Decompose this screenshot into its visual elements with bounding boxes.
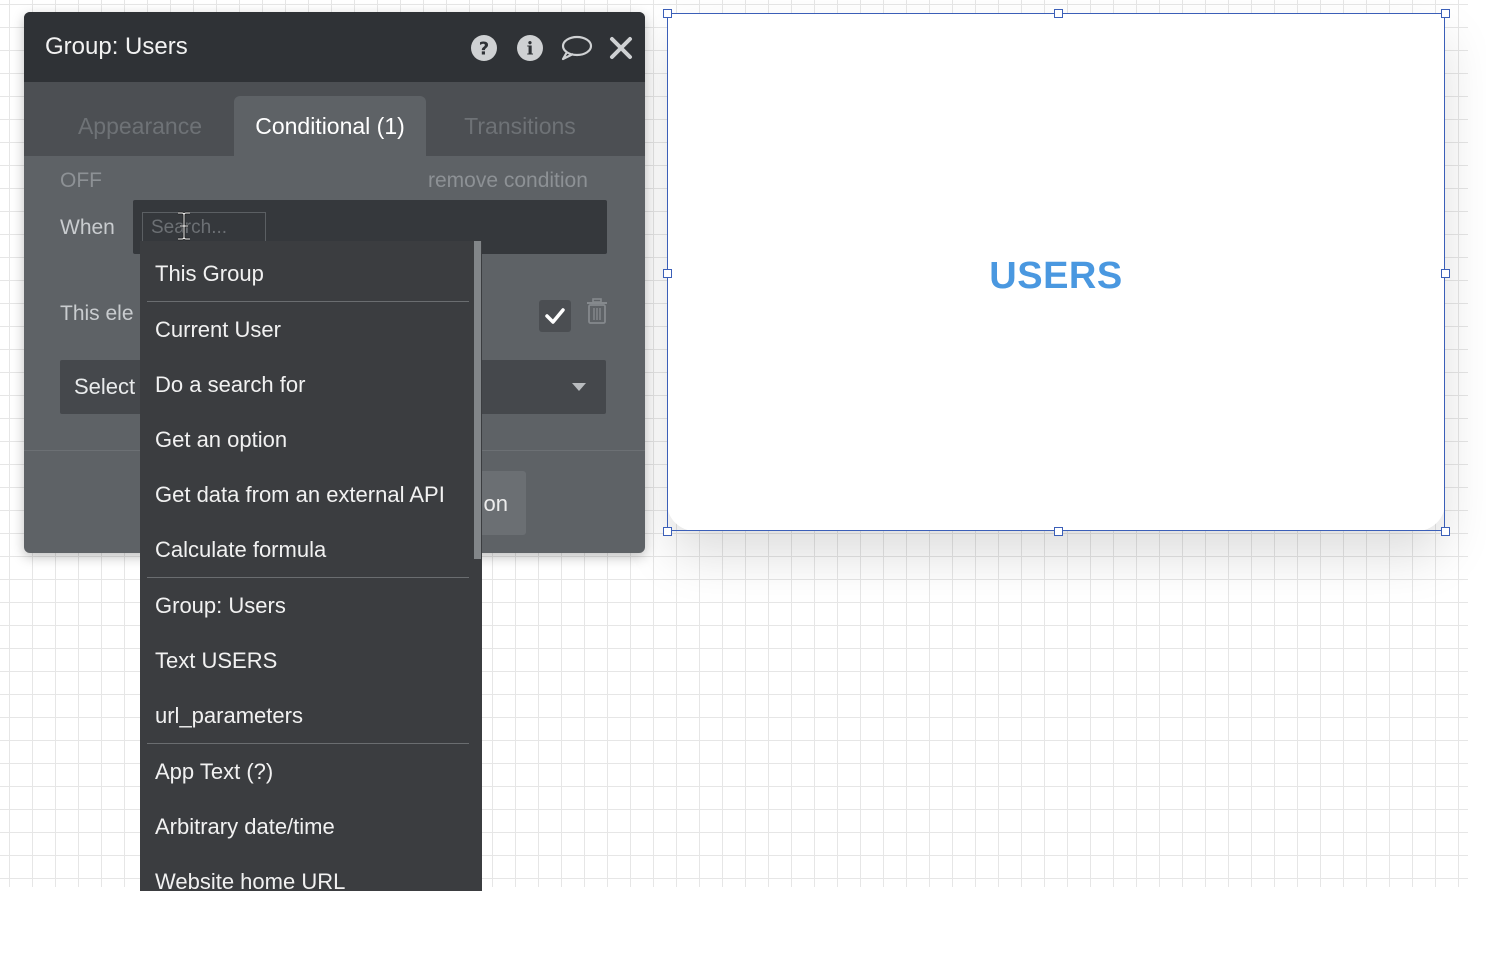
dropdown-item-group-users[interactable]: Group: Users [155, 593, 286, 619]
dropdown-item-website-home-url[interactable]: Website home URL [155, 869, 345, 891]
text-cursor-icon [178, 211, 190, 241]
trash-icon[interactable] [585, 298, 609, 324]
dropdown-item-this-group[interactable]: This Group [155, 261, 264, 287]
info-icon[interactable]: i [516, 34, 544, 62]
caret-down-icon [572, 383, 586, 391]
tab-appearance[interactable]: Appearance [60, 96, 220, 156]
resize-handle-top-left[interactable] [663, 9, 672, 18]
tab-transitions[interactable]: Transitions [444, 96, 596, 156]
panel-title: Group: Users [45, 33, 188, 60]
data-source-dropdown: This Group Current User Do a search for … [140, 241, 482, 891]
svg-text:i: i [527, 39, 534, 60]
users-text-element[interactable]: USERS [667, 255, 1445, 298]
checkbox-button[interactable] [539, 300, 571, 332]
select-label: Select [74, 374, 136, 399]
dropdown-item-text-users[interactable]: Text USERS [155, 648, 277, 674]
dropdown-item-url-parameters[interactable]: url_parameters [155, 703, 303, 729]
panel-header[interactable]: Group: Users ? i [24, 12, 645, 82]
condition-status: OFF [60, 169, 102, 192]
resize-handle-right[interactable] [1441, 269, 1450, 278]
dropdown-item-current-user[interactable]: Current User [155, 317, 281, 343]
dropdown-item-do-a-search-for[interactable]: Do a search for [155, 372, 305, 398]
help-icon[interactable]: ? [470, 34, 498, 62]
checkmark-icon [545, 308, 565, 324]
dropdown-item-external-api[interactable]: Get data from an external API [155, 482, 445, 508]
group-users-element[interactable]: USERS [667, 13, 1445, 531]
comment-icon[interactable] [559, 34, 593, 62]
define-condition-button-label: on [483, 491, 508, 516]
svg-text:?: ? [479, 39, 489, 60]
dropdown-separator [147, 743, 469, 744]
dropdown-item-get-an-option[interactable]: Get an option [155, 427, 287, 453]
tab-bar: Appearance Conditional (1) Transitions [24, 82, 645, 156]
resize-handle-top-right[interactable] [1441, 9, 1450, 18]
search-input[interactable] [142, 212, 266, 243]
remove-condition-link[interactable]: remove condition [428, 169, 588, 193]
dropdown-item-calculate-formula[interactable]: Calculate formula [155, 537, 326, 563]
dropdown-item-arbitrary-date-time[interactable]: Arbitrary date/time [155, 814, 335, 840]
tab-conditional[interactable]: Conditional (1) [234, 96, 426, 156]
dropdown-separator [147, 577, 469, 578]
dropdown-item-app-text[interactable]: App Text (?) [155, 759, 273, 785]
when-label: When [60, 216, 115, 239]
resize-handle-left[interactable] [663, 269, 672, 278]
close-icon[interactable] [609, 34, 633, 62]
resize-handle-top[interactable] [1054, 9, 1063, 18]
resize-handle-bottom[interactable] [1054, 527, 1063, 536]
dropdown-scrollbar[interactable] [474, 241, 481, 559]
this-element-label: This ele [60, 302, 134, 325]
resize-handle-bottom-right[interactable] [1441, 527, 1450, 536]
dropdown-separator [147, 301, 469, 302]
resize-handle-bottom-left[interactable] [663, 527, 672, 536]
